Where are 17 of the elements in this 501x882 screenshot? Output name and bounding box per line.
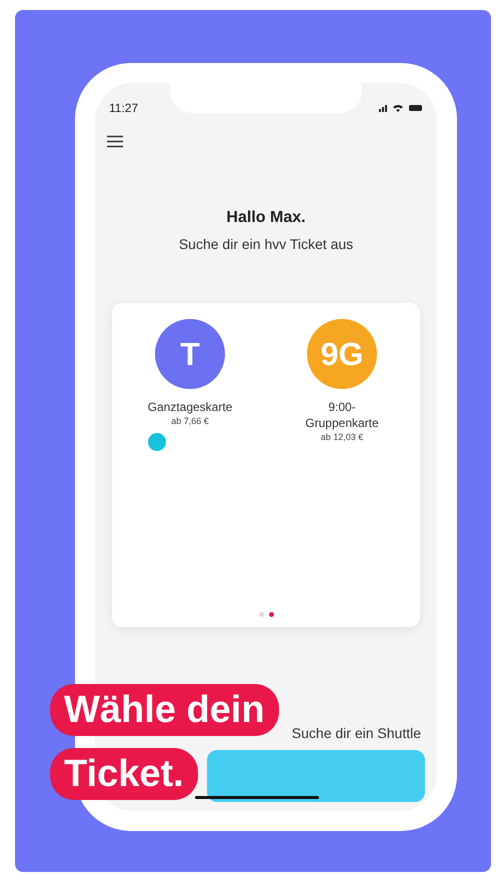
status-time: 11:27 bbox=[109, 100, 138, 117]
shuttle-label: Suche dir ein Shuttle bbox=[292, 724, 421, 743]
ticket-badge: 9G bbox=[307, 319, 377, 389]
shuttle-button[interactable] bbox=[207, 750, 425, 802]
headline-banner: Wähle dein bbox=[50, 684, 279, 736]
ticket-option[interactable]: 9G 9:00-Gruppenkarte ab 12,03 € bbox=[284, 319, 400, 444]
menu-icon[interactable] bbox=[107, 135, 123, 148]
ticket-price: ab 7,66 € bbox=[171, 415, 209, 428]
headline-banner: Ticket. bbox=[50, 748, 198, 800]
status-icons bbox=[379, 103, 423, 113]
ticket-option[interactable]: T Ganztageskarte ab 7,66 € bbox=[132, 319, 248, 428]
ticket-name: 9:00-Gruppenkarte bbox=[304, 399, 380, 431]
greeting-title: Hallo Max. bbox=[226, 208, 306, 228]
greeting-subtitle: Suche dir ein hvv Ticket aus bbox=[178, 235, 354, 254]
ticket-price: ab 12,03 € bbox=[320, 431, 364, 444]
ticket-name: Ganztageskarte bbox=[146, 399, 234, 415]
ticket-badge: T bbox=[155, 319, 225, 389]
